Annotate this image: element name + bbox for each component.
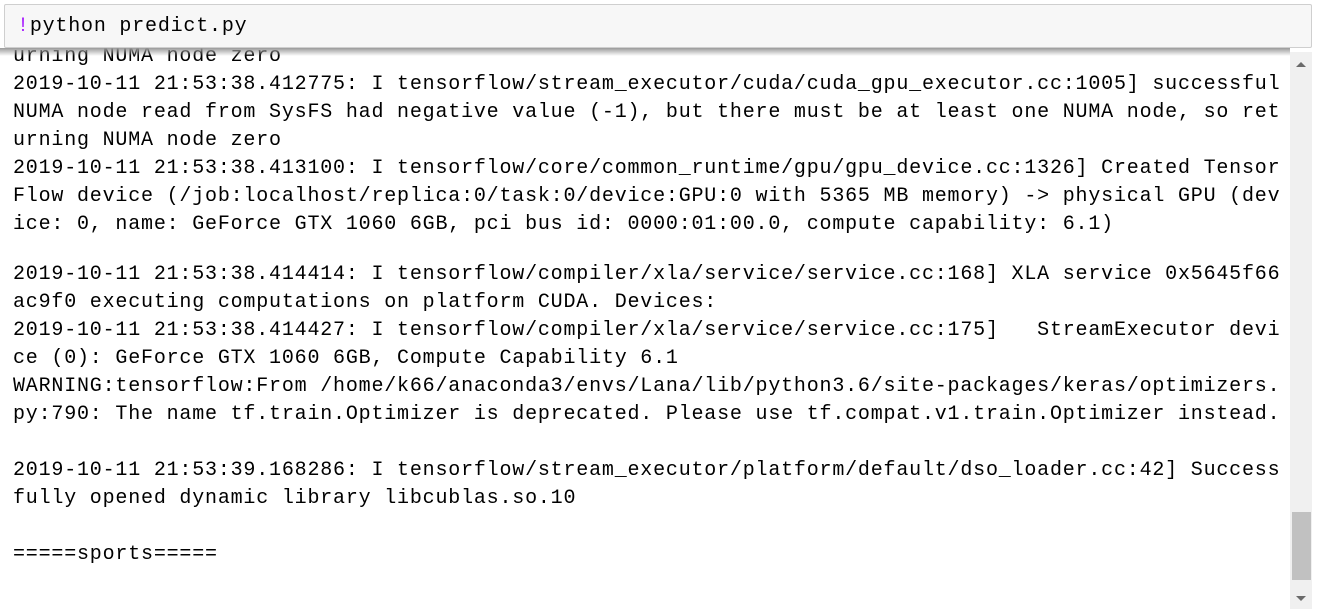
output-line: 2019-10-11 21:53:38.412775: I tensorflow… xyxy=(13,73,1281,96)
output-line: Flow device (/job:localhost/replica:0/ta… xyxy=(13,185,1281,208)
output-line: ac9f0 executing computations on platform… xyxy=(13,291,718,314)
output-line: fully opened dynamic library libcublas.s… xyxy=(13,487,577,510)
scroll-up-arrow-icon[interactable] xyxy=(1296,62,1306,67)
output-blank-line xyxy=(13,429,1280,457)
scrollbar-thumb[interactable] xyxy=(1292,512,1311,580)
output-line: 2019-10-11 21:53:38.414414: I tensorflow… xyxy=(13,263,1281,286)
output-line: 2019-10-11 21:53:39.168286: I tensorflow… xyxy=(13,459,1281,482)
output-line: ce (0): GeForce GTX 1060 6GB, Compute Ca… xyxy=(13,347,679,370)
command-text: python predict.py xyxy=(29,15,248,38)
output-line: 2019-10-11 21:53:38.413100: I tensorflow… xyxy=(13,157,1281,180)
output-line: ice: 0, name: GeForce GTX 1060 6GB, pci … xyxy=(13,213,1114,236)
output-blank-line xyxy=(13,239,1280,261)
code-input-cell[interactable]: !python predict.py xyxy=(4,4,1312,48)
output-lines: urning NUMA node zero 2019-10-11 21:53:38… xyxy=(13,48,1280,569)
output-top-shadow xyxy=(0,48,1290,56)
output-line: =====sports===== xyxy=(13,543,218,566)
shell-bang: ! xyxy=(17,15,30,38)
output-line: NUMA node read from SysFS had negative v… xyxy=(13,101,1281,124)
output-scrollbar[interactable] xyxy=(1290,52,1312,609)
cell-output-area[interactable]: urning NUMA node zero 2019-10-11 21:53:38… xyxy=(0,48,1290,609)
output-line: 2019-10-11 21:53:38.414427: I tensorflow… xyxy=(13,319,1281,342)
output-line: WARNING:tensorflow:From /home/k66/anacon… xyxy=(13,375,1281,398)
output-line: py:790: The name tf.train.Optimizer is d… xyxy=(13,403,1281,426)
output-line: urning NUMA node zero xyxy=(13,129,282,152)
output-blank-line xyxy=(13,513,1280,541)
code-editor[interactable]: !python predict.py xyxy=(17,15,247,38)
scroll-down-arrow-icon[interactable] xyxy=(1296,596,1306,601)
